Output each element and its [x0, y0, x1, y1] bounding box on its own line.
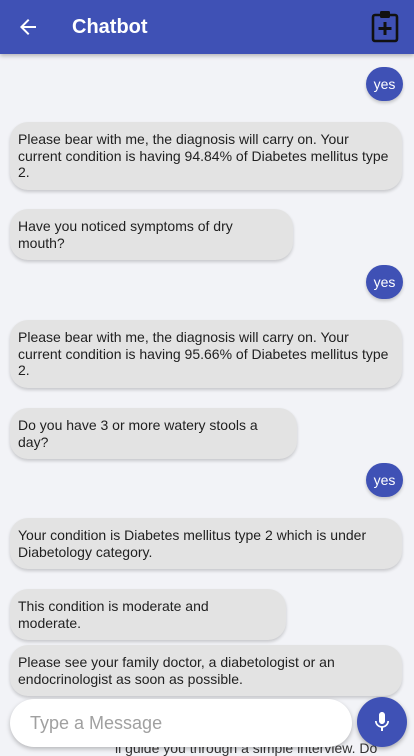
app-bar: Chatbot: [0, 0, 414, 54]
clipboard-plus-icon: [371, 11, 399, 43]
chat-area[interactable]: yes Please bear with me, the diagnosis w…: [0, 54, 414, 756]
bot-message: Your condition is Diabetes mellitus type…: [10, 518, 402, 569]
message-input[interactable]: [30, 711, 330, 735]
bot-message: This condition is moderate and moderate.: [10, 589, 286, 640]
chatbot-screen: Chatbot yes Please bear with me, the dia…: [0, 0, 414, 756]
bot-message: Please bear with me, the diagnosis will …: [10, 320, 402, 388]
bot-message: Please bear with me, the diagnosis will …: [10, 122, 402, 190]
user-message: yes: [366, 67, 403, 101]
message-composer: [10, 699, 352, 747]
clipboard-button[interactable]: [370, 9, 400, 43]
arrow-back-icon: [20, 19, 36, 35]
page-title: Chatbot: [72, 16, 148, 38]
user-message: yes: [366, 265, 403, 299]
back-button[interactable]: [16, 15, 40, 39]
user-message: yes: [366, 463, 403, 497]
mic-button[interactable]: [357, 697, 407, 747]
bot-message: Please see your family doctor, a diabeto…: [10, 645, 402, 696]
bot-message: Have you noticed symptoms of dry mouth?: [10, 209, 293, 260]
mic-icon: [375, 712, 389, 731]
bot-message: Do you have 3 or more watery stools a da…: [10, 408, 297, 459]
